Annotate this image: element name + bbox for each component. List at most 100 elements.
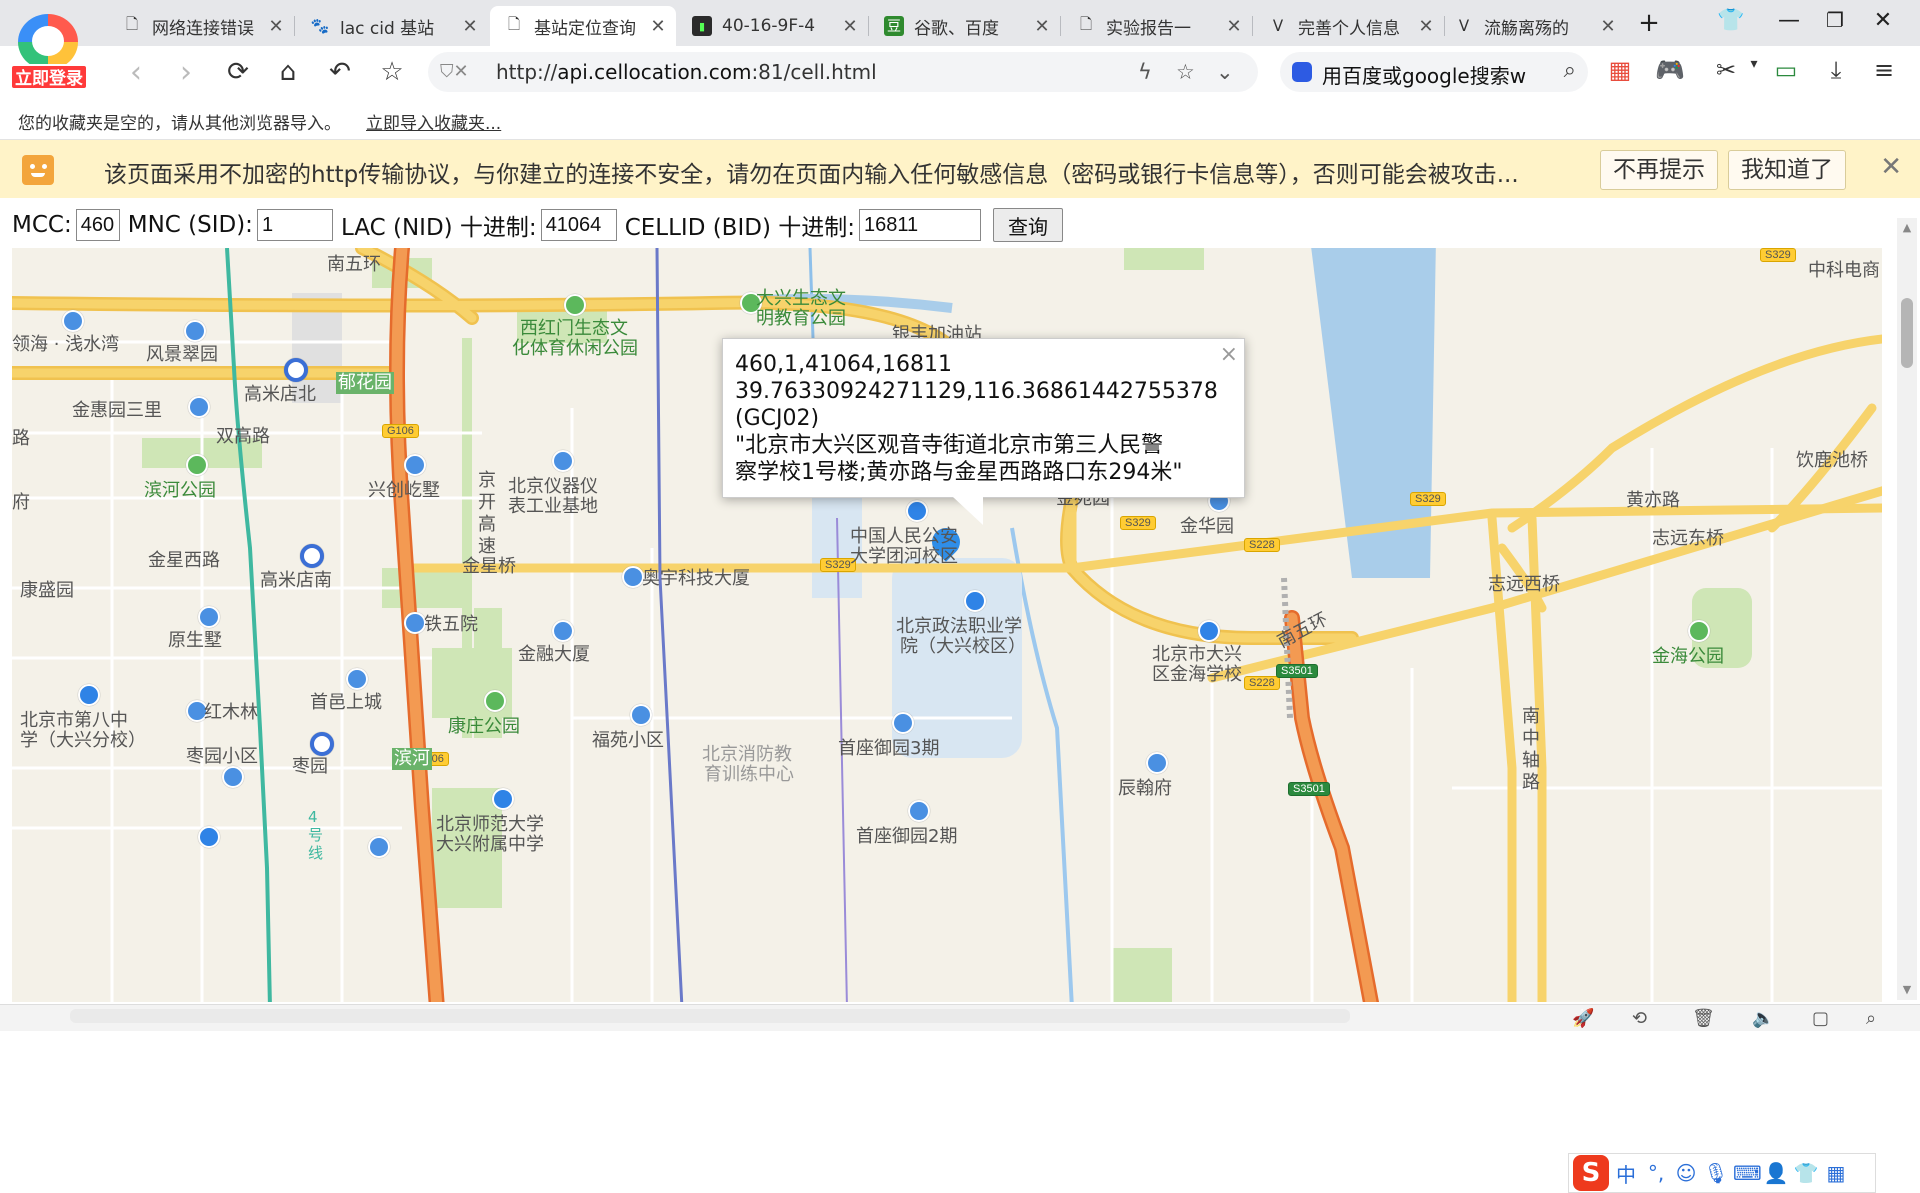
tab-1[interactable]: 🐾 lac cid 基站 ✕ [296,6,488,46]
game-icon[interactable]: 🎮 [1654,56,1686,88]
tab-4[interactable]: 豆 谷歌、百度 ✕ [870,6,1061,46]
lightning-icon[interactable]: ϟ [1138,60,1152,84]
close-icon[interactable]: ✕ [460,16,480,37]
park-icon[interactable] [484,690,506,712]
building-icon[interactable] [188,396,210,418]
tab-3[interactable]: ▮ 40-16-9F-4 ✕ [678,6,869,46]
building-icon[interactable] [552,450,574,472]
mnc-input[interactable] [256,209,333,241]
menu-icon[interactable]: ≡ [1868,56,1900,88]
close-icon[interactable]: ✕ [1416,16,1436,37]
scroll-down-icon[interactable]: ▼ [1897,980,1917,1000]
building-icon[interactable] [368,836,390,858]
browser-brand[interactable]: 立即登录 [10,14,88,94]
lac-input[interactable] [540,209,617,241]
bookmark-star-icon[interactable]: ☆ [1176,60,1195,84]
ime-skin-icon[interactable]: 👕 [1793,1161,1819,1185]
park-icon[interactable] [564,294,586,316]
map-view[interactable]: G106 G106 S329 S329 S329 S329 S228 S228 … [12,248,1882,1002]
insecure-shield-icon[interactable]: ⛉✕ [440,61,469,82]
new-tab-button[interactable]: + [1634,8,1664,38]
rocket-icon[interactable]: 🚀 [1572,1008,1594,1029]
ime-chinese-icon[interactable]: 中 [1613,1159,1639,1188]
building-icon[interactable] [892,712,914,734]
reload-icon[interactable]: ⟳ [220,54,256,90]
scroll-up-icon[interactable]: ▲ [1897,218,1917,238]
close-icon[interactable]: ✕ [1032,16,1052,37]
cut-dropdown-icon[interactable]: ▾ [1738,56,1770,88]
ime-mic-icon[interactable]: 🎙 [1703,1161,1729,1185]
search-input[interactable]: 用百度或google搜索w [1322,60,1544,89]
close-icon[interactable]: ✕ [1598,16,1618,37]
close-icon[interactable]: × [1220,341,1238,368]
school-icon[interactable] [198,826,220,848]
building-icon[interactable] [222,766,244,788]
restore-icon[interactable]: ❐ [1820,8,1850,38]
ime-keyboard-icon[interactable]: ⌨ [1733,1161,1762,1185]
building-icon[interactable] [630,704,652,726]
mcc-input[interactable] [75,209,120,241]
tab-6[interactable]: ᐯ 完善个人信息 ✕ [1254,6,1445,46]
minimize-icon[interactable]: — [1774,8,1804,38]
close-icon[interactable]: ✕ [1224,16,1244,37]
ime-punct-icon[interactable]: °, [1643,1161,1669,1185]
horizontal-scrollbar[interactable] [70,1009,1350,1023]
park-icon[interactable] [186,454,208,476]
trash-icon[interactable]: 🗑 [1692,1008,1715,1029]
import-bookmarks-link[interactable]: 立即导入收藏夹... [366,109,501,134]
building-icon[interactable] [622,566,644,588]
ime-emoji-icon[interactable]: ☺ [1673,1161,1699,1185]
tab-7[interactable]: ᐯ 流觞离殇的 ✕ [1440,6,1626,46]
apps-grid-icon[interactable]: ▦ [1604,56,1636,88]
login-button[interactable]: 立即登录 [10,64,88,90]
school-icon[interactable] [78,684,100,706]
window-icon[interactable]: ▢ [1812,1008,1829,1029]
zoom-icon[interactable]: ⌕ [1866,1008,1876,1029]
tab-2-active[interactable]: 🗋 基站定位查询 ✕ [490,6,676,46]
undo-close-icon[interactable]: ↶ [322,54,358,90]
building-icon[interactable] [404,454,426,476]
building-icon[interactable] [346,668,368,690]
building-icon[interactable] [1146,752,1168,774]
metro-station-icon[interactable] [300,544,324,568]
building-icon[interactable] [552,620,574,642]
school-icon[interactable] [906,500,928,522]
battery-icon[interactable]: ▭ [1770,56,1802,88]
page-scrollbar[interactable]: ▲ ▼ [1897,218,1917,1000]
search-box[interactable]: 用百度或google搜索w ⌕ [1280,52,1588,92]
home-icon[interactable]: ⌂ [270,54,306,90]
favorite-star-icon[interactable]: ☆ [374,54,410,90]
close-icon[interactable]: ✕ [840,16,860,37]
url-text[interactable]: http://api.cellocation.com:81/cell.html [496,60,877,84]
shirt-icon[interactable]: 👕 [1716,8,1746,38]
forward-icon[interactable]: › [168,54,204,90]
query-button[interactable]: 查询 [993,208,1063,242]
volume-icon[interactable]: 🔈 [1752,1008,1774,1029]
ime-user-icon[interactable]: 👤 [1763,1161,1789,1185]
cellid-input[interactable] [859,209,981,241]
building-icon[interactable] [404,612,426,634]
school-icon[interactable] [964,590,986,612]
metro-station-icon[interactable] [284,358,308,382]
window-close-icon[interactable]: ✕ [1868,8,1898,38]
school-icon[interactable] [1198,620,1220,642]
got-it-button[interactable]: 我知道了 [1728,150,1846,190]
metro-station-icon[interactable] [310,732,334,756]
back-icon[interactable]: ‹ [118,54,154,90]
building-icon[interactable] [184,320,206,342]
address-bar[interactable]: ⛉✕ http://api.cellocation.com:81/cell.ht… [428,52,1258,92]
sogou-ime-icon[interactable]: S [1573,1155,1609,1191]
dont-show-again-button[interactable]: 不再提示 [1600,150,1718,190]
tab-5[interactable]: 🗋 实验报告一 ✕ [1062,6,1253,46]
refresh-speed-icon[interactable]: ⟲ [1632,1008,1647,1029]
download-icon[interactable]: ⤓ [1820,56,1852,88]
ime-grid-icon[interactable]: ▦ [1823,1161,1849,1185]
tab-0[interactable]: 🗋 网络连接错误 ✕ [108,6,295,46]
scroll-thumb[interactable] [1901,298,1913,368]
school-icon[interactable] [492,788,514,810]
close-icon[interactable]: ✕ [1880,152,1902,182]
close-icon[interactable]: ✕ [648,16,668,37]
close-icon[interactable]: ✕ [266,16,286,37]
ime-toolbar[interactable]: S 中 °, ☺ 🎙 ⌨ 👤 👕 ▦ [1568,1153,1876,1193]
building-icon[interactable] [198,606,220,628]
